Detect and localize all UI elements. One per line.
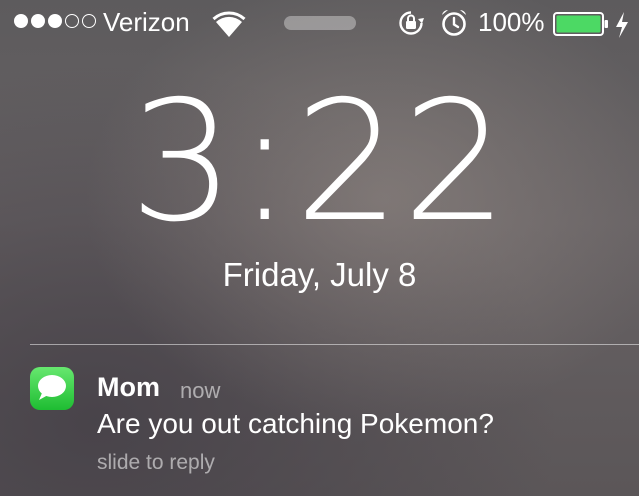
alarm-clock-icon [442,9,466,36]
orientation-lock-icon [399,11,424,35]
wifi-icon [212,11,246,37]
lock-screen-date: Friday, July 8 [222,256,417,293]
divider [30,344,639,345]
lock-screen-time: 3:22 [129,66,510,259]
notch-pill [284,16,356,30]
signal-dot [82,14,96,28]
charging-bolt-icon [616,12,628,38]
notification-time: now [180,378,221,403]
signal-dot [14,14,28,28]
notification-sender: Mom [97,372,160,402]
notification-message: Are you out catching Pokemon? [97,408,494,439]
signal-dot [48,14,62,28]
battery-percentage: 100% [478,7,545,37]
signal-dot [65,14,79,28]
signal-dot [31,14,45,28]
status-bar: Verizon 100% [0,0,639,48]
battery-icon [553,12,608,36]
messages-icon [30,367,74,410]
slide-to-reply-hint[interactable]: slide to reply [97,451,215,475]
carrier-name: Verizon [103,7,190,37]
signal-strength-icon [14,14,96,28]
